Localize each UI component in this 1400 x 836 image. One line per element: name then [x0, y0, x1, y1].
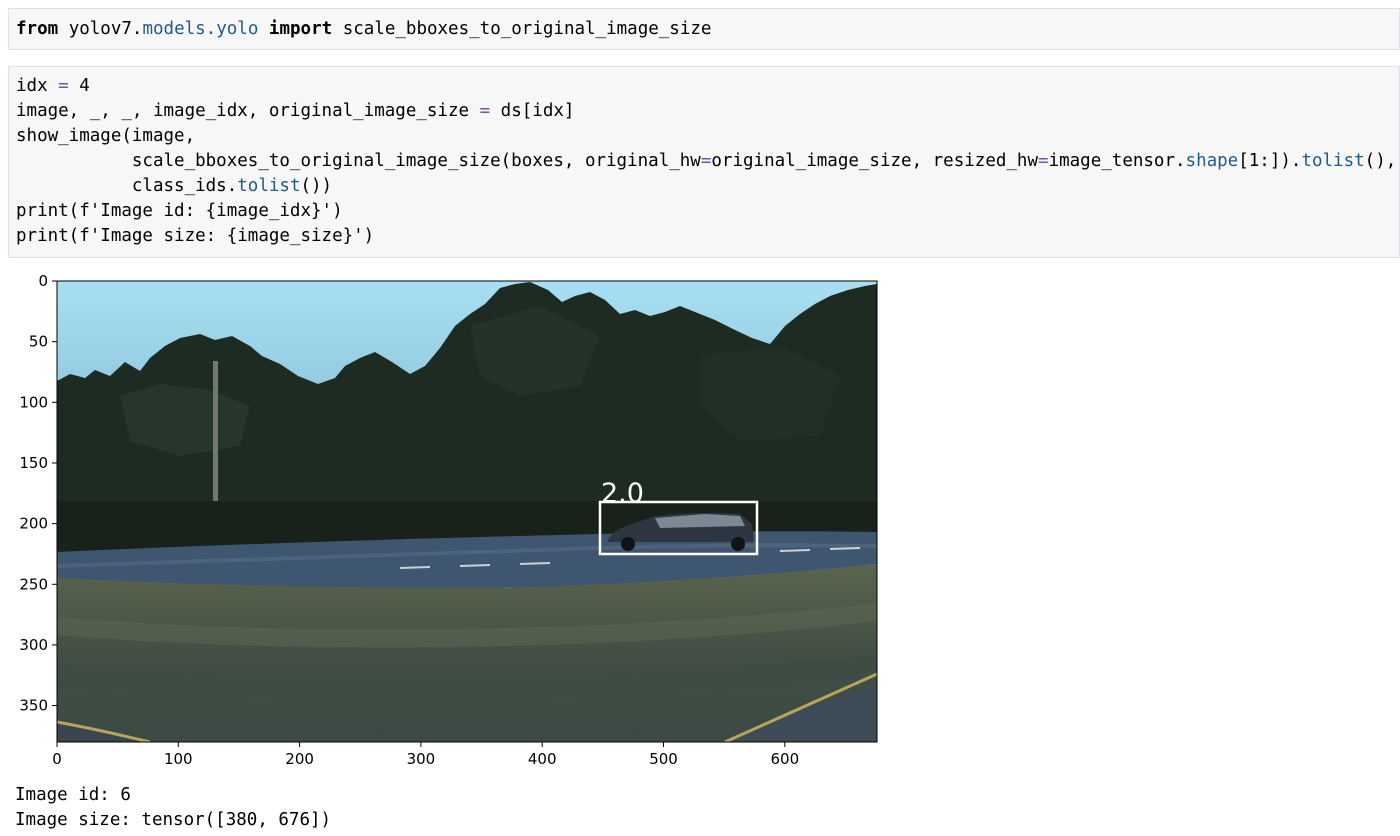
- imported-name: scale_bboxes_to_original_image_size: [342, 19, 712, 39]
- module-name: yolov7.: [68, 19, 143, 39]
- bounding-box-label: 2.0: [601, 478, 644, 509]
- output-image-id: Image id: 6: [15, 785, 131, 805]
- x-tick-label: 100: [164, 750, 193, 768]
- x-axis: 0 100 200 300 400 500 600: [52, 742, 799, 768]
- code-cell-import[interactable]: from yolov7.models.yolo import scale_bbo…: [8, 8, 1400, 50]
- x-tick-label: 600: [770, 750, 799, 768]
- y-tick-label: 200: [19, 515, 48, 533]
- code-block: idx = 4 image, _, _, image_idx, original…: [16, 74, 1396, 249]
- keyword-import: import: [268, 19, 333, 39]
- output-image-size: Image size: tensor([380, 676]): [15, 810, 332, 830]
- x-tick-label: 0: [52, 750, 62, 768]
- x-tick-label: 200: [285, 750, 314, 768]
- code-line-4: scale_bboxes_to_original_image_size(boxe…: [16, 151, 1397, 171]
- y-axis: 0 50 100 150 200 250 300 350: [19, 272, 57, 715]
- module-attr: models.yolo: [142, 19, 259, 39]
- photo-image: [57, 281, 877, 742]
- y-tick-label: 250: [19, 575, 48, 593]
- code-line-6: print(f'Image id: {image_idx}'): [16, 201, 343, 221]
- code-line-7: print(f'Image size: {image_size}'): [16, 226, 375, 246]
- y-tick-label: 150: [19, 454, 48, 472]
- code-line-2: image, _, _, image_idx, original_image_s…: [16, 101, 575, 121]
- code-line-1: idx = 4: [16, 76, 90, 96]
- code-line-3: show_image(image,: [16, 126, 196, 146]
- x-tick-label: 300: [407, 750, 436, 768]
- keyword-from: from: [16, 19, 59, 39]
- y-tick-label: 350: [19, 697, 48, 715]
- y-tick-label: 0: [38, 272, 48, 290]
- x-tick-label: 500: [649, 750, 678, 768]
- y-tick-label: 50: [29, 333, 48, 351]
- code-cell-main[interactable]: idx = 4 image, _, _, image_idx, original…: [8, 66, 1400, 258]
- y-tick-label: 300: [19, 636, 48, 654]
- code-line-5: class_ids.tolist()): [16, 176, 333, 196]
- x-tick-label: 400: [528, 750, 557, 768]
- output-image-plot: 2.0 0 50 100 150 200 250 300 350 0 100 200 300 400 5…: [19, 272, 878, 768]
- code-line: from yolov7.models.yolo import scale_bbo…: [16, 17, 711, 42]
- y-tick-label: 100: [19, 393, 48, 411]
